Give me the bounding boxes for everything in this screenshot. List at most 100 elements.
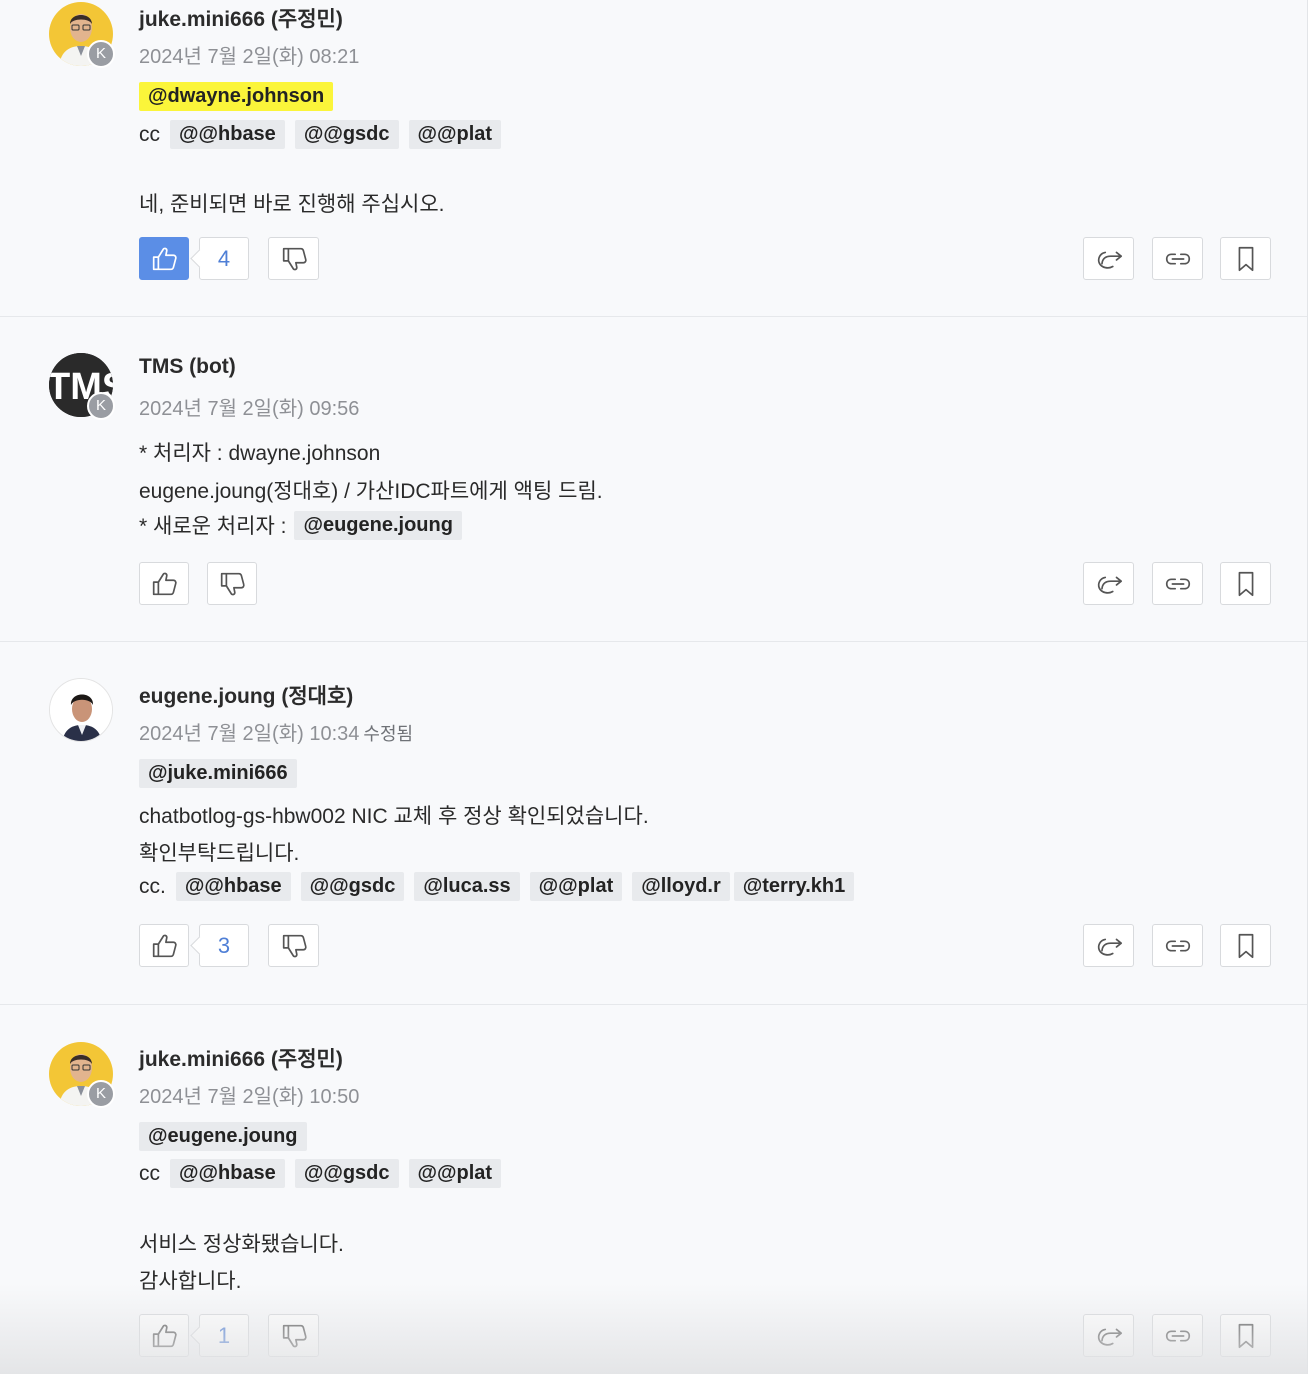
bookmark-button[interactable] bbox=[1220, 1314, 1271, 1357]
dislike-button[interactable] bbox=[207, 562, 257, 605]
message-line: * 새로운 처리자 : @eugene.joung bbox=[139, 510, 462, 540]
bookmark-button[interactable] bbox=[1220, 237, 1271, 280]
copy-link-button[interactable] bbox=[1152, 562, 1203, 605]
avatar-badge: K bbox=[87, 1080, 115, 1108]
message-text: 네, 준비되면 바로 진행해 주십시오. bbox=[139, 193, 445, 216]
bookmark-button[interactable] bbox=[1220, 924, 1271, 967]
message-text: * 처리자 : dwayne.johnson bbox=[139, 442, 381, 465]
message-text: 서비스 정상화됐습니다. bbox=[139, 1233, 344, 1256]
mention-tag[interactable]: @@hbase bbox=[175, 872, 291, 901]
message-text: * 새로운 처리자 : bbox=[139, 515, 287, 538]
author-name[interactable]: eugene.joung (정대호) bbox=[139, 680, 353, 710]
user-photo-icon bbox=[50, 679, 113, 742]
copy-link-button[interactable] bbox=[1152, 1314, 1203, 1357]
message-line: @eugene.joung bbox=[139, 1122, 307, 1151]
mention-tag[interactable]: @luca.ss bbox=[414, 872, 520, 901]
share-button[interactable] bbox=[1083, 1314, 1134, 1357]
thumbs-down-icon bbox=[279, 244, 309, 274]
bookmark-icon bbox=[1231, 244, 1261, 274]
edited-label: 수정됨 bbox=[363, 724, 414, 744]
mention-tag[interactable]: @juke.mini666 bbox=[139, 759, 297, 788]
comment-post: K juke.mini666 (주정민) 2024년 7월 2일(화) 10:5… bbox=[0, 1005, 1307, 1374]
cc-line: cc @@hbase @@gsdc @@plat bbox=[139, 120, 502, 149]
bookmark-icon bbox=[1231, 569, 1261, 599]
comment-post: eugene.joung (정대호) 2024년 7월 2일(화) 10:34 수… bbox=[0, 642, 1307, 1005]
dislike-button[interactable] bbox=[268, 237, 319, 280]
thumbs-down-icon bbox=[279, 1321, 309, 1351]
like-button[interactable] bbox=[139, 562, 189, 605]
copy-link-button[interactable] bbox=[1152, 237, 1203, 280]
cc-line: cc. @@hbase @@gsdc @luca.ss @@plat @lloy… bbox=[139, 872, 855, 901]
author-name[interactable]: juke.mini666 (주정민) bbox=[139, 3, 343, 33]
message-text: 감사합니다. bbox=[139, 1270, 242, 1293]
share-button[interactable] bbox=[1083, 924, 1134, 967]
bookmark-button[interactable] bbox=[1220, 562, 1271, 605]
mention-tag[interactable]: @@hbase bbox=[170, 1159, 285, 1188]
mention-tag[interactable]: @eugene.joung bbox=[294, 510, 462, 540]
thumbs-up-icon bbox=[149, 1321, 179, 1351]
timestamp-text: 2024년 7월 2일(화) 08:21 bbox=[139, 46, 360, 68]
mention-tag[interactable]: @lloyd.r bbox=[632, 872, 730, 901]
like-button[interactable] bbox=[139, 1314, 189, 1357]
mention-tag[interactable]: @eugene.joung bbox=[139, 1122, 307, 1151]
cc-label: cc. bbox=[139, 874, 166, 898]
like-count[interactable]: 4 bbox=[199, 237, 249, 280]
timestamp-text: 2024년 7월 2일(화) 10:50 bbox=[139, 1086, 360, 1108]
avatar-badge: K bbox=[87, 392, 115, 420]
timestamp: 2024년 7월 2일(화) 09:56 bbox=[139, 392, 359, 421]
timestamp: 2024년 7월 2일(화) 10:34 수정됨 bbox=[139, 717, 413, 746]
mention-tag[interactable]: @@gsdc bbox=[294, 120, 399, 149]
author-name[interactable]: TMS (bot) bbox=[139, 355, 236, 379]
mention-tag[interactable]: @@hbase bbox=[170, 120, 285, 149]
cc-label: cc bbox=[139, 122, 160, 146]
cc-line: cc @@hbase @@gsdc @@plat bbox=[139, 1159, 502, 1188]
thumbs-up-icon bbox=[149, 569, 179, 599]
timestamp: 2024년 7월 2일(화) 10:50 bbox=[139, 1080, 359, 1109]
share-button[interactable] bbox=[1083, 562, 1134, 605]
mention-tag[interactable]: @@plat bbox=[529, 872, 623, 901]
link-icon bbox=[1163, 569, 1193, 599]
share-icon bbox=[1094, 244, 1124, 274]
cc-label: cc bbox=[139, 1161, 160, 1185]
message-text: eugene.joung(정대호) / 가산IDC파트에게 액팅 드림. bbox=[139, 480, 603, 503]
mention-tag[interactable]: @@plat bbox=[408, 1159, 502, 1188]
thumbs-up-icon bbox=[149, 931, 179, 961]
avatar-badge: K bbox=[87, 40, 115, 68]
thumbs-up-icon bbox=[149, 244, 179, 274]
dislike-button[interactable] bbox=[268, 924, 319, 967]
message-text: chatbotlog-gs-hbw002 NIC 교체 후 정상 확인되었습니다… bbox=[139, 805, 649, 828]
share-icon bbox=[1094, 931, 1124, 961]
mention-tag[interactable]: @@gsdc bbox=[300, 872, 405, 901]
like-button[interactable] bbox=[139, 924, 189, 967]
timestamp-text: 2024년 7월 2일(화) 10:34 bbox=[139, 723, 360, 745]
comment-feed: K juke.mini666 (주정민) 2024년 7월 2일(화) 08:2… bbox=[0, 0, 1308, 1374]
dislike-button[interactable] bbox=[268, 1314, 319, 1357]
like-count[interactable]: 3 bbox=[199, 924, 249, 967]
bookmark-icon bbox=[1231, 931, 1261, 961]
timestamp: 2024년 7월 2일(화) 08:21 bbox=[139, 40, 359, 69]
mention-tag[interactable]: @terry.kh1 bbox=[733, 872, 855, 901]
like-count[interactable]: 1 bbox=[199, 1314, 249, 1357]
avatar[interactable] bbox=[49, 678, 113, 742]
share-icon bbox=[1094, 1321, 1124, 1351]
mention-tag[interactable]: @@gsdc bbox=[294, 1159, 399, 1188]
link-icon bbox=[1163, 1321, 1193, 1351]
comment-post: TMS K TMS (bot) 2024년 7월 2일(화) 09:56 * 처… bbox=[0, 317, 1307, 642]
share-icon bbox=[1094, 569, 1124, 599]
like-button[interactable] bbox=[139, 237, 189, 280]
bookmark-icon bbox=[1231, 1321, 1261, 1351]
message-line: @dwayne.johnson bbox=[139, 82, 334, 111]
copy-link-button[interactable] bbox=[1152, 924, 1203, 967]
mention-tag[interactable]: @dwayne.johnson bbox=[139, 82, 334, 111]
timestamp-text: 2024년 7월 2일(화) 09:56 bbox=[139, 398, 360, 420]
link-icon bbox=[1163, 931, 1193, 961]
thumbs-down-icon bbox=[279, 931, 309, 961]
author-name[interactable]: juke.mini666 (주정민) bbox=[139, 1043, 343, 1073]
comment-post: K juke.mini666 (주정민) 2024년 7월 2일(화) 08:2… bbox=[0, 0, 1307, 317]
message-text: 확인부탁드립니다. bbox=[139, 842, 300, 865]
share-button[interactable] bbox=[1083, 237, 1134, 280]
mention-tag[interactable]: @@plat bbox=[408, 120, 502, 149]
thumbs-down-icon bbox=[217, 569, 247, 599]
message-line: @juke.mini666 bbox=[139, 759, 297, 788]
link-icon bbox=[1163, 244, 1193, 274]
